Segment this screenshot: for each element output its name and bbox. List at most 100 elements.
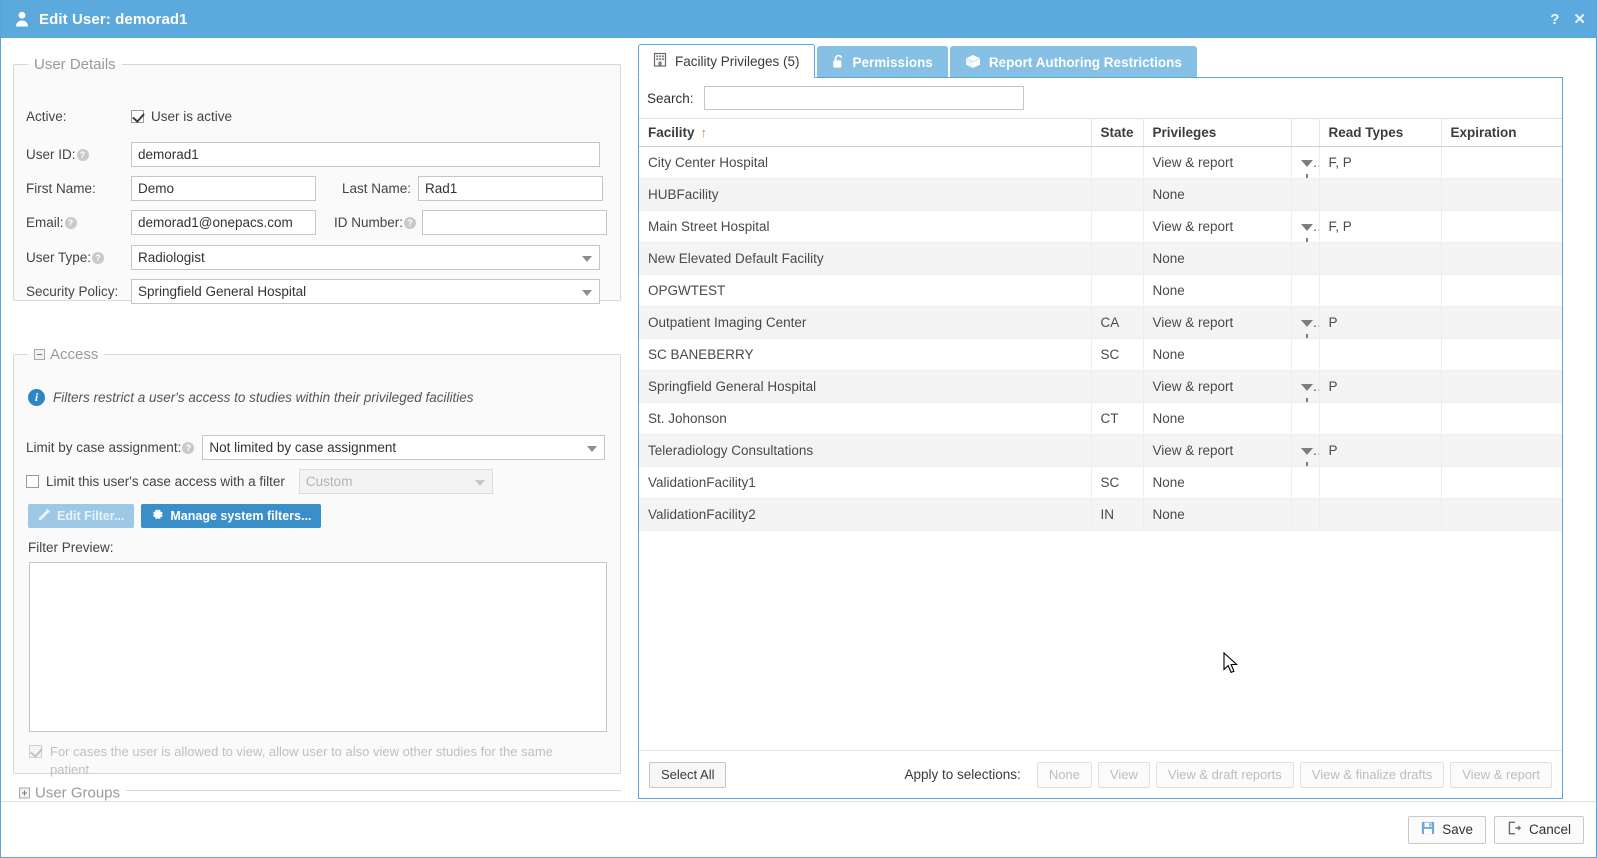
cell-read-types: F, P	[1319, 146, 1442, 179]
search-input[interactable]	[703, 86, 1024, 110]
cell-privileges: None	[1143, 498, 1292, 531]
access-info-text: Filters restrict a user's access to stud…	[53, 390, 474, 405]
cell-expiration	[1441, 210, 1562, 243]
limit-filter-label: Limit this user's case access with a fil…	[46, 474, 285, 489]
table-row[interactable]: ValidationFacility1 SC None	[639, 466, 1562, 499]
user-type-help-icon[interactable]: ?	[92, 252, 105, 264]
apply-none-button: None	[1036, 761, 1092, 788]
same-patient-label: For cases the user is allowed to view, a…	[50, 744, 553, 777]
security-policy-value: Springfield General Hospital	[138, 284, 307, 299]
table-row[interactable]: City Center Hospital View & report F, P	[639, 146, 1562, 179]
facility-privileges-panel: Search: Facility ↑ State Privileges Read …	[638, 77, 1563, 799]
cell-privileges: None	[1143, 274, 1292, 307]
active-checkbox[interactable]	[131, 110, 144, 123]
cell-privileges: None	[1143, 402, 1292, 435]
user-groups-legend[interactable]: User Groups	[13, 784, 127, 802]
table-row[interactable]: Springfield General Hospital View & repor…	[639, 370, 1562, 403]
pencil-icon	[38, 508, 51, 524]
cell-privileges: None	[1143, 178, 1292, 211]
column-header-expiration[interactable]: Expiration	[1441, 118, 1562, 147]
filter-icon[interactable]	[1300, 224, 1313, 242]
cell-facility: HUBFacility	[639, 178, 1092, 211]
cell-filter[interactable]	[1291, 210, 1320, 243]
cancel-label: Cancel	[1528, 822, 1571, 837]
email-input[interactable]	[131, 210, 316, 235]
cell-filter[interactable]	[1291, 146, 1320, 179]
manage-system-filters-label: Manage system filters...	[170, 509, 312, 523]
save-button[interactable]: Save	[1408, 815, 1486, 844]
collapse-toggle-icon[interactable]	[34, 349, 45, 360]
limit-case-assignment-select[interactable]: Not limited by case assignment	[202, 435, 606, 460]
help-icon[interactable]: ?	[1550, 12, 1559, 27]
cancel-button[interactable]: Cancel	[1493, 815, 1584, 844]
cell-read-types: P	[1319, 306, 1442, 339]
first-name-input[interactable]	[131, 176, 316, 201]
limit-case-assignment-label: Limit by case assignment:?	[26, 440, 195, 455]
cell-state	[1091, 274, 1144, 307]
cell-expiration	[1441, 402, 1562, 435]
id-number-input[interactable]	[422, 210, 608, 235]
tab-facility-privileges[interactable]: Facility Privileges (5)	[638, 44, 815, 78]
column-header-state[interactable]: State	[1091, 118, 1144, 147]
chevron-down-icon	[582, 289, 592, 296]
table-row[interactable]: Outpatient Imaging Center CA View & report…	[639, 306, 1562, 339]
table-row[interactable]: SC BANEBERRY SC None	[639, 338, 1562, 371]
cell-privileges: None	[1143, 242, 1292, 275]
table-row[interactable]: St. Johonson CT None	[639, 402, 1562, 435]
table-row[interactable]: Teleradiology Consultations View & report…	[639, 434, 1562, 467]
limit-case-assignment-help-icon[interactable]: ?	[182, 442, 195, 454]
cell-filter	[1291, 498, 1320, 531]
tab-permissions[interactable]: Permissions	[816, 46, 948, 78]
gear-icon	[151, 508, 164, 524]
cell-filter	[1291, 466, 1320, 499]
security-policy-select[interactable]: Springfield General Hospital	[131, 279, 600, 304]
table-row[interactable]: New Elevated Default Facility None	[639, 242, 1562, 275]
last-name-input[interactable]	[418, 176, 604, 201]
close-icon[interactable]: ✕	[1573, 12, 1586, 27]
manage-system-filters-button[interactable]: Manage system filters...	[141, 504, 322, 528]
name-row: First Name: Last Name:	[26, 176, 604, 201]
cell-read-types	[1319, 338, 1442, 371]
filter-icon[interactable]	[1300, 320, 1313, 338]
table-row[interactable]: HUBFacility None	[639, 178, 1562, 211]
table-row[interactable]: ValidationFacility2 IN None	[639, 498, 1562, 531]
table-row[interactable]: OPGWTEST None	[639, 274, 1562, 307]
filter-icon[interactable]	[1300, 160, 1313, 178]
tab-report-authoring-restrictions[interactable]: Report Authoring Restrictions	[949, 46, 1197, 78]
email-row: Email:? ID Number:?	[26, 210, 608, 235]
cell-filter[interactable]	[1291, 370, 1320, 403]
cell-facility: New Elevated Default Facility	[639, 242, 1092, 275]
column-header-privileges[interactable]: Privileges	[1143, 118, 1292, 147]
column-header-facility-label: Facility	[648, 125, 695, 140]
filter-icon[interactable]	[1300, 448, 1313, 466]
column-header-facility[interactable]: Facility ↑	[639, 118, 1092, 147]
email-help-icon[interactable]: ?	[64, 217, 77, 229]
select-all-button[interactable]: Select All	[649, 761, 727, 788]
id-number-help-icon[interactable]: ?	[404, 217, 417, 229]
cell-expiration	[1441, 434, 1562, 467]
cell-filter[interactable]	[1291, 434, 1320, 467]
exit-icon	[1507, 821, 1522, 838]
cell-read-types: F, P	[1319, 210, 1442, 243]
apply-view-finalize-button: View & finalize drafts	[1299, 761, 1445, 788]
chevron-down-icon	[582, 255, 592, 262]
cell-facility: St. Johonson	[639, 402, 1092, 435]
cell-read-types	[1319, 274, 1442, 307]
table-row[interactable]: Main Street Hospital View & report F, P	[639, 210, 1562, 243]
user-id-help-icon[interactable]: ?	[76, 149, 89, 161]
unlock-icon	[832, 54, 845, 72]
limit-filter-checkbox[interactable]	[26, 475, 39, 488]
cell-state: CA	[1091, 306, 1144, 339]
access-legend-text: Access	[50, 346, 99, 363]
cell-filter[interactable]	[1291, 306, 1320, 339]
cell-expiration	[1441, 370, 1562, 403]
column-header-filter[interactable]	[1291, 118, 1320, 147]
user-id-input[interactable]	[131, 142, 600, 167]
user-type-select[interactable]: Radiologist	[131, 245, 600, 270]
column-header-read-types[interactable]: Read Types	[1319, 118, 1442, 147]
cell-facility: ValidationFacility2	[639, 498, 1092, 531]
table-header: Facility ↑ State Privileges Read Types Ex…	[639, 118, 1562, 147]
filter-icon[interactable]	[1300, 384, 1313, 402]
expand-toggle-icon[interactable]	[19, 787, 30, 799]
cell-privileges: None	[1143, 466, 1292, 499]
